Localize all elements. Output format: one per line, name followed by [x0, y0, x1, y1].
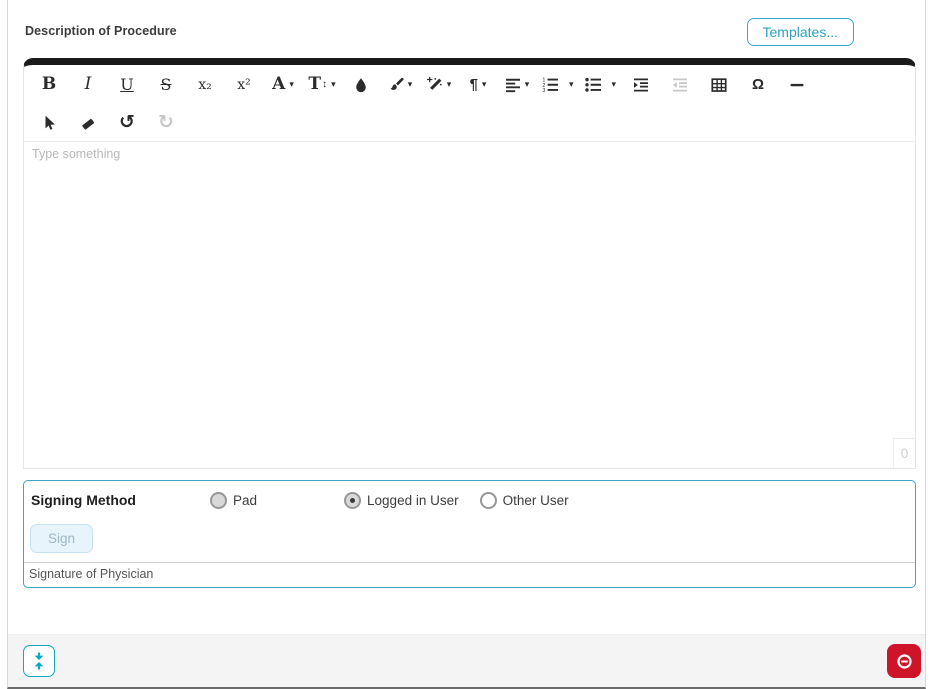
paragraph-format-button[interactable]: ¶ ▾: [462, 70, 494, 100]
chevron-down-icon: ▾: [611, 79, 617, 89]
italic-button[interactable]: I: [72, 70, 104, 100]
remove-button[interactable]: [887, 644, 921, 678]
hline-icon: [789, 77, 805, 93]
indent-button[interactable]: [625, 70, 657, 100]
toolbar-row-1: B I U Sx₂ x² A ▾ T ↕ ▾ ▾ ▾ ¶ ▾ ▾ 1 2 3 ▾ ▾ Ω: [24, 65, 915, 104]
eraser-icon: [80, 115, 96, 131]
unordered-list-button[interactable]: ▾: [583, 70, 619, 100]
highlight-color-button[interactable]: ▾: [384, 70, 416, 100]
footer-bar: [8, 634, 925, 687]
radio-label-logged-in-user: Logged in User: [367, 492, 459, 508]
underline-button[interactable]: U: [111, 70, 143, 100]
signature-of-physician-label: Signature of Physician: [29, 567, 154, 581]
svg-text:3: 3: [542, 88, 545, 93]
special-characters-button[interactable]: Ω: [742, 70, 774, 100]
text-color-button[interactable]: [345, 70, 377, 100]
radio-pad[interactable]: Pad: [210, 491, 258, 509]
editor-toolbar: B I U Sx₂ x² A ▾ T ↕ ▾ ▾ ▾ ¶ ▾ ▾ 1 2 3 ▾ ▾ Ω ↺ ↻: [24, 65, 915, 142]
align-button[interactable]: ▾: [501, 70, 533, 100]
radio-other-user[interactable]: Other User: [479, 491, 569, 509]
page-title: Description of Procedure: [25, 24, 177, 38]
undo-button[interactable]: ↺: [111, 108, 143, 138]
unordered-list-icon: [584, 77, 601, 93]
ordered-list-icon: 123: [542, 77, 558, 93]
collapse-button[interactable]: [23, 645, 55, 677]
horizontal-line-button[interactable]: [781, 70, 813, 100]
cursor-icon: [41, 115, 57, 131]
radio-circle-pad[interactable]: [210, 491, 227, 509]
bold-button[interactable]: B: [33, 70, 65, 100]
select-tool-button[interactable]: [33, 108, 65, 138]
chevron-down-icon: ▾: [524, 79, 530, 89]
signing-section: Signing Method Pad Logged in User Other …: [23, 480, 916, 588]
editor-placeholder: Type something: [32, 147, 121, 161]
strikethrough-button[interactable]: S: [150, 70, 182, 100]
ordered-list-button[interactable]: 1 2 3 ▾: [540, 70, 576, 100]
radio-label-other-user: Other User: [502, 492, 569, 508]
brush-icon: [388, 77, 404, 93]
eraser-button[interactable]: [72, 108, 104, 138]
sign-button[interactable]: Sign: [30, 524, 94, 553]
font-size-button[interactable]: T ↕ ▾: [306, 70, 338, 100]
subscript-button[interactable]: x₂: [189, 70, 221, 100]
font-family-button[interactable]: A ▾: [267, 70, 299, 100]
signing-method-row: Signing Method Pad Logged in User Other …: [24, 489, 915, 511]
minus-circle-icon: [895, 652, 914, 671]
chevron-down-icon: ▾: [289, 79, 294, 89]
header-row: Description of Procedure Templates...: [8, 0, 925, 58]
char-counter: 0: [893, 438, 915, 468]
chevron-down-icon: ▾: [569, 79, 574, 89]
chevron-down-icon: ▾: [446, 79, 452, 89]
align-left-icon: [505, 77, 521, 93]
indent-icon: [633, 77, 649, 93]
rich-text-editor: B I U Sx₂ x² A ▾ T ↕ ▾ ▾ ▾ ¶ ▾ ▾ 1 2 3 ▾ ▾ Ω ↺ ↻ Type somethi…: [23, 58, 916, 469]
insert-table-button[interactable]: [703, 70, 735, 100]
templates-button[interactable]: Templates...: [746, 18, 854, 46]
inline-style-button[interactable]: ▾: [423, 70, 455, 100]
superscript-button[interactable]: x²: [228, 70, 260, 100]
radio-label-pad: Pad: [233, 492, 258, 508]
droplet-icon: [353, 77, 369, 93]
editor-content-area[interactable]: Type something 0: [24, 142, 915, 468]
redo-button[interactable]: ↻: [150, 108, 182, 138]
procedure-form-card: Description of Procedure Templates... BI…: [7, 0, 926, 689]
radio-circle-other-user[interactable]: [479, 491, 497, 509]
radio-circle-logged-in-user[interactable]: [344, 491, 362, 509]
signing-method-label: Signing Method: [31, 492, 136, 508]
table-icon: [711, 77, 727, 93]
wand-icon: [426, 76, 443, 93]
outdent-button[interactable]: [664, 70, 696, 100]
chevron-down-icon: ▾: [481, 79, 487, 89]
outdent-icon: [672, 77, 688, 93]
chevron-down-icon: ▾: [331, 79, 336, 89]
collapse-vertical-icon: [30, 652, 48, 670]
toolbar-row-2: ↺ ↻: [24, 104, 915, 141]
chevron-down-icon: ▾: [407, 79, 413, 89]
radio-logged-in-user[interactable]: Logged in User: [344, 491, 459, 509]
